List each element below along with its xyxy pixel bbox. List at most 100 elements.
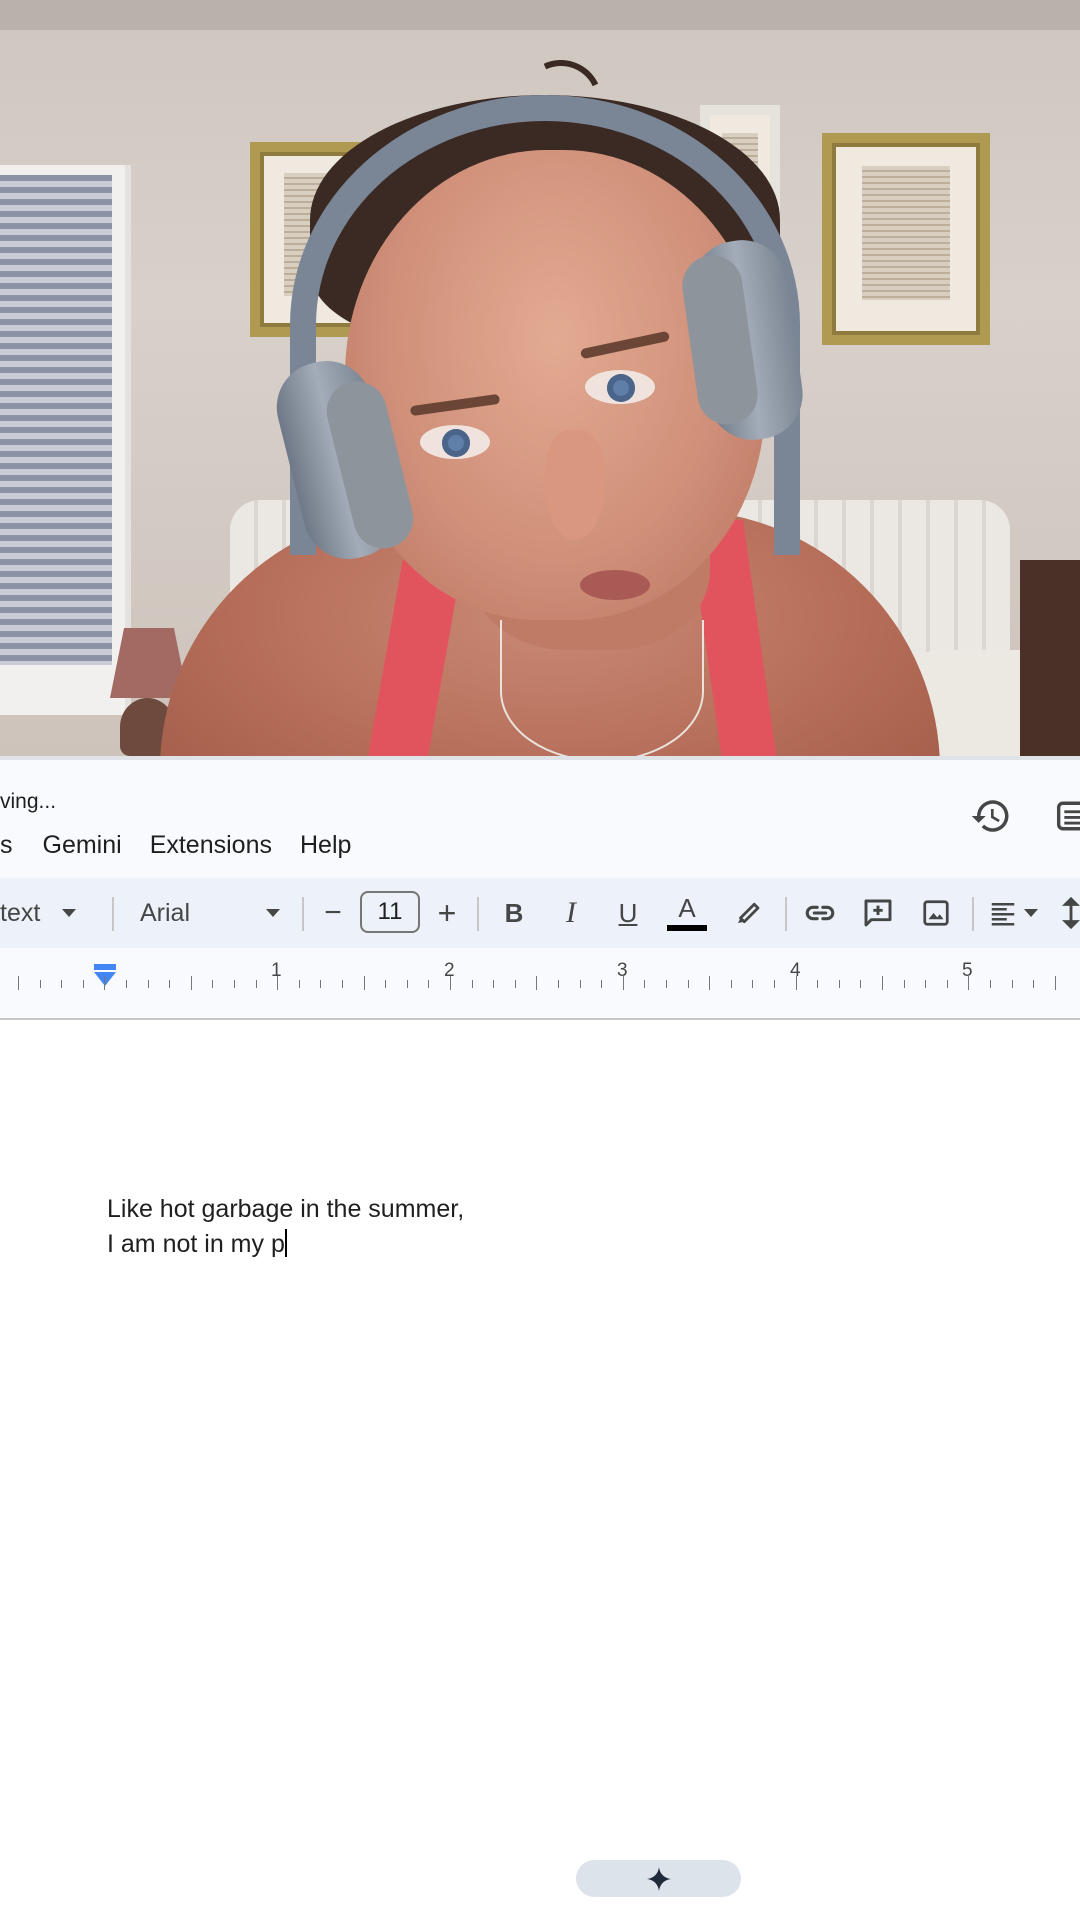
side-panel-icon xyxy=(1056,801,1080,831)
decrease-font-size-button[interactable]: − xyxy=(316,878,350,948)
font-family-dropdown[interactable]: Arial xyxy=(140,878,280,948)
ruler-tick xyxy=(925,980,927,988)
add-comment-icon xyxy=(864,899,892,927)
ruler-tick xyxy=(882,976,883,990)
saving-status: ving... xyxy=(0,790,57,813)
ruler-tick xyxy=(536,976,538,990)
ruler-tick xyxy=(709,976,711,990)
ruler-label: 5 xyxy=(962,960,973,981)
ruler-tick xyxy=(601,980,603,988)
insert-link-button[interactable] xyxy=(800,878,840,948)
link-icon xyxy=(805,905,835,921)
italic-button[interactable]: I xyxy=(553,878,589,948)
version-history-button[interactable] xyxy=(965,790,1017,842)
text-color-button[interactable]: A xyxy=(665,878,709,948)
ruler-tick xyxy=(126,980,127,988)
paragraph-style-dropdown[interactable]: text xyxy=(0,878,95,948)
ruler-tick xyxy=(104,976,106,990)
ruler-tick xyxy=(1054,976,1056,990)
ruler-tick xyxy=(752,980,754,988)
document-line[interactable]: I am not in my p xyxy=(107,1229,287,1259)
highlight-color-button[interactable] xyxy=(728,878,768,948)
menu-item-tools[interactable]: s xyxy=(0,825,29,865)
ruler-tick xyxy=(838,980,840,988)
ruler-tick xyxy=(147,980,149,988)
toolbar-divider xyxy=(785,897,787,931)
ruler-tick xyxy=(385,980,387,988)
increase-font-size-button[interactable]: + xyxy=(430,878,464,948)
ruler-tick xyxy=(169,980,171,988)
chair xyxy=(1020,560,1080,756)
insert-image-button[interactable] xyxy=(916,878,956,948)
ruler-tick xyxy=(61,980,63,988)
ruler-tick xyxy=(342,980,343,988)
line-spacing-button[interactable] xyxy=(1062,878,1080,948)
text-color-icon: A xyxy=(678,893,696,923)
bold-icon: B xyxy=(504,897,524,928)
text-color-swatch xyxy=(667,925,707,931)
ruler-tick xyxy=(903,980,905,988)
ruler-tick xyxy=(493,980,495,988)
ruler-tick xyxy=(968,976,970,990)
history-icon xyxy=(971,800,1009,832)
side-panel-button[interactable] xyxy=(1055,790,1080,842)
align-dropdown[interactable] xyxy=(988,878,1048,948)
ruler-tick xyxy=(212,980,214,988)
ruler-tick xyxy=(687,980,689,988)
chevron-down-icon xyxy=(62,909,77,917)
ruler-tick xyxy=(622,976,624,990)
document-line[interactable]: Like hot garbage in the summer, xyxy=(107,1195,464,1224)
chevron-down-icon xyxy=(266,909,280,917)
ruler-tick xyxy=(1033,980,1035,988)
webcam-video-overlay xyxy=(0,0,1080,756)
ruler-tick xyxy=(774,980,775,988)
minus-icon: − xyxy=(324,896,342,929)
formatting-toolbar: text Arial − 11 + B I U A xyxy=(0,878,1080,948)
ruler-tick xyxy=(860,980,862,988)
toolbar-divider xyxy=(112,897,114,931)
wall-picture-frame xyxy=(822,133,990,345)
ruler-tick xyxy=(18,976,19,990)
insert-image-icon xyxy=(923,900,949,926)
menu-item-gemini[interactable]: Gemini xyxy=(29,825,136,865)
menu-item-extensions[interactable]: Extensions xyxy=(136,825,286,865)
gemini-button[interactable] xyxy=(576,1860,741,1897)
toolbar-divider xyxy=(302,897,304,931)
add-comment-button[interactable] xyxy=(858,878,898,948)
ruler-tick xyxy=(471,980,473,988)
ruler-tick xyxy=(406,980,408,988)
ruler-tick xyxy=(277,976,279,990)
ruler-tick xyxy=(558,980,559,988)
ruler-tick xyxy=(990,980,991,988)
menu-item-help[interactable]: Help xyxy=(286,825,365,865)
document-line-text[interactable]: I am not in my p xyxy=(107,1230,285,1258)
underline-button[interactable]: U xyxy=(610,878,646,948)
underline-icon: U xyxy=(618,897,638,928)
ruler-tick xyxy=(363,976,365,990)
ruler-tick xyxy=(450,976,451,990)
horizontal-ruler[interactable]: 1 2 3 4 5 xyxy=(0,950,1080,1020)
ruler-tick xyxy=(817,980,819,988)
necklace xyxy=(500,620,704,756)
ruler-tick xyxy=(82,980,84,988)
ruler-tick xyxy=(255,980,257,988)
document-page[interactable]: Like hot garbage in the summer, I am not… xyxy=(0,1020,1080,1920)
paragraph-style-label: text xyxy=(0,898,41,927)
gemini-sparkle-icon xyxy=(646,1866,671,1891)
ruler-tick xyxy=(234,980,235,988)
ruler-tick xyxy=(190,976,192,990)
ruler-tick xyxy=(1011,980,1013,988)
mouth xyxy=(580,570,650,600)
ruler-tick xyxy=(730,980,732,988)
italic-icon: I xyxy=(566,896,576,929)
ruler-tick xyxy=(946,980,948,988)
font-size-input[interactable]: 11 xyxy=(360,891,420,933)
ruler-tick xyxy=(428,980,430,988)
ruler-tick xyxy=(795,976,797,990)
bold-button[interactable]: B xyxy=(496,878,532,948)
ruler-tick xyxy=(644,980,646,988)
window-blinds xyxy=(0,175,112,665)
plus-icon: + xyxy=(437,894,457,931)
line-spacing-icon xyxy=(1062,896,1080,930)
ruler-tick xyxy=(298,980,300,988)
